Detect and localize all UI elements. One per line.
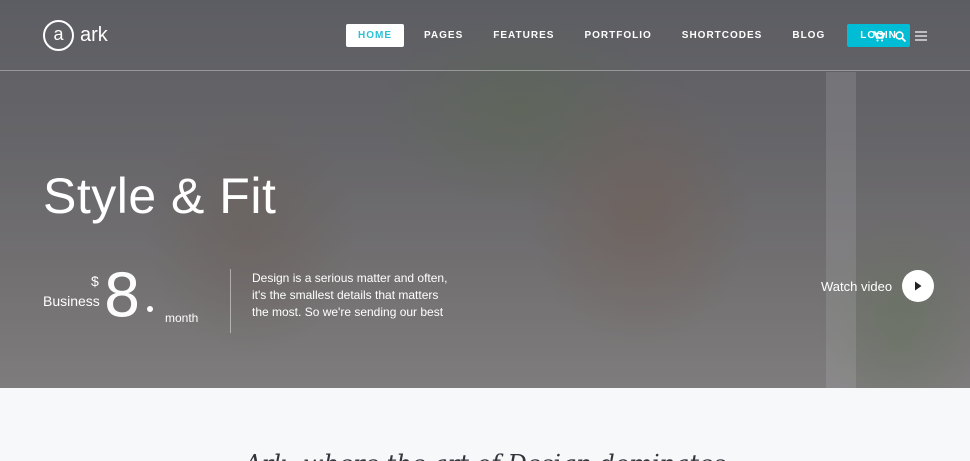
hero-divider xyxy=(230,269,231,333)
nav-features[interactable]: FEATURES xyxy=(481,24,566,47)
section-heading: Ark, where the art of Design dominates xyxy=(0,450,970,461)
hero-description-line: Design is a serious matter and often, xyxy=(252,271,448,285)
hero-section: a ark HOME PAGES FEATURES PORTFOLIO SHOR… xyxy=(0,0,970,388)
nav-shortcodes[interactable]: SHORTCODES xyxy=(670,24,775,47)
logo[interactable]: a ark xyxy=(43,20,108,51)
nav-home[interactable]: HOME xyxy=(346,24,404,47)
hero-description: Design is a serious matter and often, it… xyxy=(252,270,472,321)
intro-section: Ark, where the art of Design dominates xyxy=(0,388,970,461)
site-header: a ark HOME PAGES FEATURES PORTFOLIO SHOR… xyxy=(0,0,970,71)
logo-text: ark xyxy=(80,24,108,46)
price-amount: 8 xyxy=(103,261,142,331)
nav-icons xyxy=(872,29,935,43)
nav-portfolio[interactable]: PORTFOLIO xyxy=(572,24,663,47)
main-nav: HOME PAGES FEATURES PORTFOLIO SHORTCODES… xyxy=(346,24,910,47)
menu-icon[interactable] xyxy=(914,29,928,43)
price-plan-label: Business xyxy=(43,293,100,309)
price-block: Business $ 8 month xyxy=(43,266,213,340)
window-frame-decoration xyxy=(826,72,856,388)
price-period: month xyxy=(165,311,199,325)
watch-video-label: Watch video xyxy=(821,278,893,294)
hero-description-line: the most. So we're sending our best xyxy=(252,305,444,319)
hero-title: Style & Fit xyxy=(43,168,277,224)
nav-pages[interactable]: PAGES xyxy=(412,24,475,47)
watch-video-link[interactable]: Watch video xyxy=(821,270,935,302)
search-icon[interactable] xyxy=(893,29,907,43)
hero-description-line: it's the smallest details that matters xyxy=(252,288,439,302)
price-dot xyxy=(147,306,153,312)
price-currency: $ xyxy=(91,273,99,289)
cart-icon[interactable] xyxy=(872,29,886,43)
play-icon xyxy=(915,281,922,291)
play-button[interactable] xyxy=(902,270,935,302)
nav-blog[interactable]: BLOG xyxy=(780,24,837,47)
logo-mark: a xyxy=(43,20,74,51)
